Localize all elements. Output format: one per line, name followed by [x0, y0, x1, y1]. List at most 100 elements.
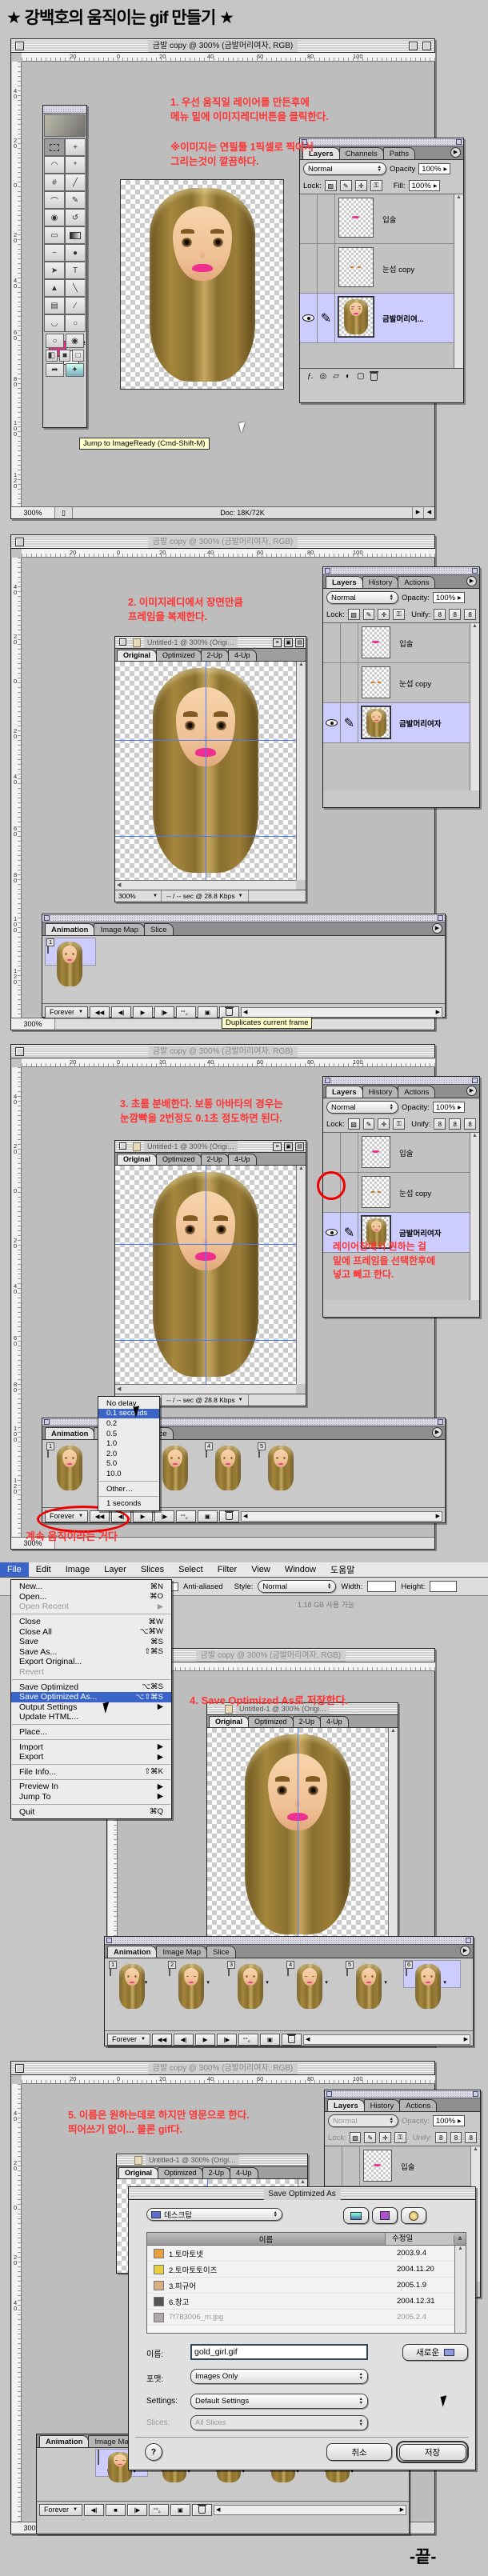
menu-item-open[interactable]: Open...⌘O [11, 1592, 171, 1602]
link-toggle[interactable] [341, 663, 358, 702]
unify-visibility-icon[interactable]: 8 [449, 1118, 461, 1130]
link-toggle[interactable] [341, 623, 358, 662]
menu-item-save-optimized-as[interactable]: Save Optimized As...⌥⇧⌘S [11, 1692, 171, 1702]
menu-item-place[interactable]: Place... [11, 1727, 171, 1738]
palette-scrollbar[interactable]: ▲ [454, 194, 463, 368]
ir-info-popup[interactable]: -- / -- sec @ 28.8 Kbps▼ [162, 890, 249, 902]
loop-popup[interactable]: Forever▼ [39, 2504, 82, 2516]
list-icon[interactable]: ≡ [273, 1142, 282, 1151]
palette-grip[interactable] [300, 138, 463, 146]
tab-2up[interactable]: 2-Up [201, 1154, 230, 1165]
tab-4up[interactable]: 4-Up [320, 1716, 349, 1727]
document-canvas[interactable] [120, 179, 284, 390]
blend-mode-popup[interactable]: Normal▲▼ [328, 2114, 398, 2127]
window-titlebar[interactable]: 금발 copy @ 300% (금발머리여자, RGB) [11, 2062, 434, 2075]
menu-edit[interactable]: Edit [29, 1562, 58, 1577]
palette-grip[interactable] [323, 567, 479, 575]
opacity-field[interactable]: 100%▶ [433, 2115, 465, 2126]
move-tool-button[interactable]: + [65, 138, 86, 156]
file-row[interactable]: 6.창고2004.12.31 [147, 2294, 466, 2310]
dialog-titlebar[interactable]: Save Optimized As [129, 2187, 475, 2200]
menu-item-import[interactable]: Import▶ [11, 1742, 171, 1752]
visibility-toggle[interactable] [323, 663, 341, 702]
menu-item-100[interactable]: 10.0 [98, 1469, 159, 1479]
jump-arrow-icon[interactable]: ➦ [46, 363, 64, 377]
new-layer-icon[interactable]: ▢ [357, 372, 364, 381]
menu-item-05[interactable]: 0.5 [98, 1429, 159, 1439]
unify-position-icon[interactable]: 8 [434, 609, 446, 620]
scroll-right-icon[interactable]: ▶ [412, 507, 423, 518]
tab-paths[interactable]: Paths [383, 147, 415, 159]
unify-style-icon[interactable]: 8 [464, 609, 476, 620]
visibility-toggle[interactable] [323, 623, 341, 662]
menu-image[interactable]: Image [58, 1562, 98, 1577]
menu-item-export-original[interactable]: Export Original... [11, 1657, 171, 1667]
menu-item-save-as[interactable]: Save As...⇧⌘S [11, 1647, 171, 1658]
menu-item-no-delay[interactable]: No delay [98, 1398, 159, 1409]
tab-animation[interactable]: Animation [45, 923, 94, 935]
collapse-box-icon[interactable] [422, 42, 431, 50]
tab-original[interactable]: Original [117, 650, 157, 661]
step-back-icon[interactable]: ◀| [84, 2504, 104, 2516]
tab-animation[interactable]: Animation [39, 2435, 89, 2447]
eyedropper-tool-button[interactable]: ∕ [65, 297, 86, 314]
blend-mode-popup[interactable]: Normal▲▼ [303, 162, 386, 175]
close-box-icon[interactable] [15, 2064, 24, 2073]
tab-2up[interactable]: 2-Up [202, 2167, 231, 2178]
visibility-toggle[interactable] [300, 244, 318, 293]
lock-all-icon[interactable]: ⚿ [394, 2132, 406, 2143]
zoom-box-icon[interactable]: ▣ [284, 638, 293, 647]
menu-item-close[interactable]: Close⌘W [11, 1617, 171, 1627]
palette-menu-icon[interactable]: ▶ [450, 147, 461, 158]
scroll-left-icon[interactable]: ◀ [423, 507, 434, 518]
delete-frame-icon[interactable] [282, 2034, 302, 2046]
menu-item-20[interactable]: 2.0 [98, 1449, 159, 1459]
ir-info-popup[interactable]: -- / -- sec @ 28.8 Kbps▼ [162, 1394, 249, 1406]
window-titlebar[interactable]: 금발 copy @ 300% (금발머리여자, RGB) [11, 39, 434, 53]
step-forward-icon[interactable]: |▶ [154, 1510, 174, 1522]
menu-item-quit[interactable]: Quit⌘Q [11, 1806, 171, 1817]
blend-mode-popup[interactable]: Normal▲▼ [326, 591, 398, 604]
slice-tool-button[interactable]: ╱ [65, 174, 86, 191]
menu-slices[interactable]: Slices [134, 1562, 171, 1577]
ir-vscrollbar[interactable]: ▲ [388, 1728, 398, 1941]
tab-history[interactable]: History [364, 2099, 401, 2111]
standard-mode-button[interactable]: ○ [46, 334, 64, 348]
tab-animation[interactable]: Animation [45, 1427, 94, 1439]
tab-original[interactable]: Original [117, 1154, 157, 1165]
tab-original[interactable]: Original [209, 1716, 249, 1727]
screen-mode-3-button[interactable]: □ [72, 350, 84, 362]
palette-menu-icon[interactable]: ▶ [466, 1086, 477, 1096]
tab-4up[interactable]: 4-Up [228, 1154, 257, 1165]
ir-hscrollbar[interactable]: ◀ [115, 880, 296, 890]
jump-to-imageready-button[interactable]: ✦ [66, 363, 84, 377]
zoom-level[interactable]: 300% [11, 507, 55, 518]
link-toggle[interactable] [342, 2146, 360, 2186]
list-icon[interactable]: ≡ [273, 638, 282, 647]
duplicate-frame-icon[interactable]: ▣ [198, 1006, 218, 1018]
visibility-toggle[interactable] [300, 194, 318, 243]
recent-button[interactable] [401, 2207, 426, 2224]
brush-tool-button[interactable]: ✎ [65, 191, 86, 209]
width-field[interactable] [367, 1581, 396, 1592]
layer-row-lips[interactable]: 입술 [325, 2146, 480, 2186]
unify-style-icon[interactable]: 8 [465, 2132, 477, 2143]
dodge-tool-button[interactable]: ● [65, 244, 86, 262]
lock-position-icon[interactable]: ✛ [355, 180, 367, 191]
layer-row-brows[interactable]: 눈섭 copy [323, 663, 479, 703]
palette-menu-icon[interactable]: ▶ [432, 1427, 442, 1438]
animation-frame[interactable]: 30.1 sec. ▾ [226, 1961, 282, 1987]
disk-button[interactable] [343, 2207, 369, 2224]
zoom-tool-button[interactable]: ○ [65, 314, 86, 332]
crop-tool-button[interactable]: # [44, 174, 65, 191]
tab-optimized[interactable]: Optimized [156, 1154, 202, 1165]
file-row[interactable]: 1.토마토넷2003.9.4 [147, 2246, 466, 2262]
tab-history[interactable]: History [362, 576, 399, 588]
style-popup[interactable]: Normal▲▼ [258, 1580, 336, 1593]
gradient-tool-button[interactable] [65, 226, 86, 244]
step-forward-icon[interactable]: |▶ [154, 1006, 174, 1018]
help-button[interactable]: ? [145, 2443, 162, 2461]
duplicate-frame-icon[interactable]: ▣ [198, 1510, 218, 1522]
zoom-level[interactable]: 300% [11, 1018, 55, 1030]
layer-row-girl[interactable]: ✎ 금발머리여자 [323, 703, 479, 743]
